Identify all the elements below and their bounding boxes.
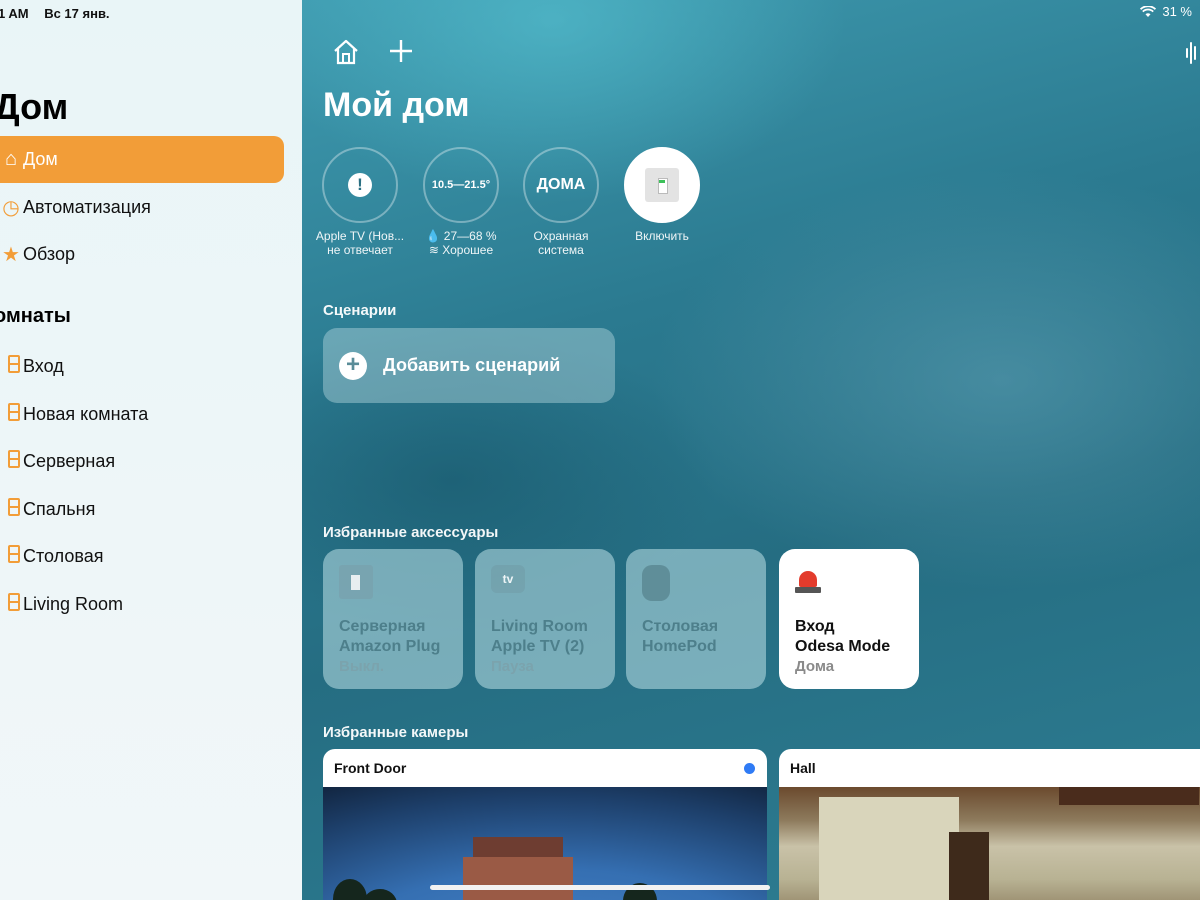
house-icon: [334, 39, 358, 65]
security-state: ДОМА: [536, 176, 586, 193]
sidebar-item-label: Новая комната: [23, 404, 149, 424]
accessory-name: Amazon Plug: [339, 638, 441, 655]
sidebar-item-label: Обзор: [23, 244, 75, 264]
add-scene-button[interactable]: + Добавить сценарий: [323, 328, 615, 403]
sidebar-item-label: Серверная: [23, 451, 116, 471]
accessory-state: Выкл.: [339, 658, 385, 675]
accessory-state: Пауза: [491, 658, 534, 675]
sidebar-room-dining[interactable]: Столовая: [0, 533, 284, 580]
humidity-icon: 💧: [425, 229, 441, 243]
alert-icon: !: [348, 173, 372, 197]
status-bar-left: 1 AM Вс 17 янв.: [0, 6, 122, 21]
voice-button[interactable]: [1186, 40, 1196, 66]
siren-icon: [795, 569, 821, 595]
sidebar: 1 AM Вс 17 янв. Дом ⌂ Дом ◷ Автоматизаци…: [0, 0, 302, 900]
accessory-odesa-mode[interactable]: Вход Odesa Mode Дома: [779, 549, 919, 689]
status-line: Охранная: [533, 229, 589, 243]
accessory-room: Серверная: [339, 618, 426, 635]
homepod-icon: [642, 565, 670, 601]
air-quality-icon: ≋: [428, 243, 439, 257]
sidebar-item-label: Спальня: [23, 499, 96, 519]
plug-icon: [645, 168, 679, 202]
apple-tv-icon: tv: [491, 565, 525, 593]
sidebar-room-entrance[interactable]: Вход: [0, 343, 284, 390]
accessory-name: HomePod: [642, 638, 717, 655]
camera-feed: [323, 787, 767, 900]
humidity-range: 27—68 %: [443, 229, 497, 243]
battery-level: 31 %: [1162, 4, 1192, 19]
cameras-header: Избранные камеры: [323, 724, 469, 741]
accessory-state: Дома: [795, 658, 835, 675]
wifi-icon: [1140, 5, 1157, 17]
sidebar-room-server[interactable]: Серверная: [0, 438, 284, 485]
sidebar-room-living[interactable]: Living Room: [0, 581, 284, 628]
live-indicator: [744, 763, 755, 774]
status-date: Вс 17 янв.: [44, 6, 110, 21]
accessory-name: Odesa Mode: [795, 638, 891, 655]
page-title: Мой дом: [323, 86, 470, 124]
sidebar-room-new[interactable]: Новая комната: [0, 391, 284, 438]
accessory-room: Столовая: [642, 618, 719, 635]
camera-name: Front Door: [334, 760, 407, 776]
accessory-amazon-plug[interactable]: Серверная Amazon Plug Выкл.: [323, 549, 463, 689]
home-indicator[interactable]: [430, 885, 770, 890]
status-time: 1 AM: [0, 6, 29, 21]
sidebar-item-automation[interactable]: ◷ Автоматизация: [0, 184, 284, 231]
plus-icon: [390, 40, 412, 62]
status-line: Apple TV (Нов...: [315, 229, 405, 243]
status-plug-on[interactable]: Включить: [607, 147, 717, 243]
sidebar-item-label: Дом: [23, 149, 58, 169]
main-content: 31 % Мой дом ! Apple TV (Нов... не отвеч…: [302, 0, 1200, 900]
camera-name: Hall: [790, 760, 816, 776]
home-settings-button[interactable]: [332, 38, 362, 68]
plug-icon: [339, 565, 373, 599]
sidebar-item-label: Автоматизация: [23, 197, 151, 217]
add-scene-label: Добавить сценарий: [383, 355, 561, 375]
air-quality: Хорошее: [442, 243, 494, 257]
sidebar-item-label: Столовая: [23, 546, 104, 566]
sidebar-item-discover[interactable]: ★ Обзор: [0, 231, 284, 278]
sidebar-item-label: Living Room: [23, 594, 124, 614]
scenes-header: Сценарии: [323, 302, 397, 319]
camera-front-door[interactable]: Front Door: [323, 749, 767, 900]
status-security[interactable]: ДОМА Охранная система: [506, 147, 616, 257]
camera-feed: [779, 787, 1200, 900]
sidebar-title: Дом: [0, 86, 69, 127]
status-line: система: [538, 243, 584, 257]
status-climate[interactable]: 10.5—21.5° 💧 27—68 % ≋ Хорошее: [406, 147, 516, 257]
status-line: Включить: [635, 229, 689, 243]
waveform-icon: [1186, 48, 1188, 58]
temperature-range: 10.5—21.5°: [431, 179, 491, 191]
accessory-room: Living Room: [491, 618, 588, 635]
accessory-apple-tv[interactable]: tv Living Room Apple TV (2) Пауза: [475, 549, 615, 689]
sidebar-item-home[interactable]: ⌂ Дом: [0, 136, 284, 183]
rooms-header: омнаты: [0, 305, 71, 327]
accessory-room: Вход: [795, 618, 835, 635]
status-apple-tv[interactable]: ! Apple TV (Нов... не отвечает: [305, 147, 415, 257]
add-button[interactable]: [388, 38, 414, 67]
sidebar-item-label: Вход: [23, 356, 64, 376]
accessories-header: Избранные аксессуары: [323, 524, 499, 541]
status-line: не отвечает: [327, 243, 393, 257]
plus-circle-icon: +: [339, 351, 367, 380]
status-bar-right: 31 %: [1140, 4, 1192, 19]
accessory-name: Apple TV (2): [491, 638, 585, 655]
camera-hall[interactable]: Hall: [779, 749, 1200, 900]
sidebar-room-bedroom[interactable]: Спальня: [0, 486, 284, 533]
accessory-homepod[interactable]: Столовая HomePod: [626, 549, 766, 689]
